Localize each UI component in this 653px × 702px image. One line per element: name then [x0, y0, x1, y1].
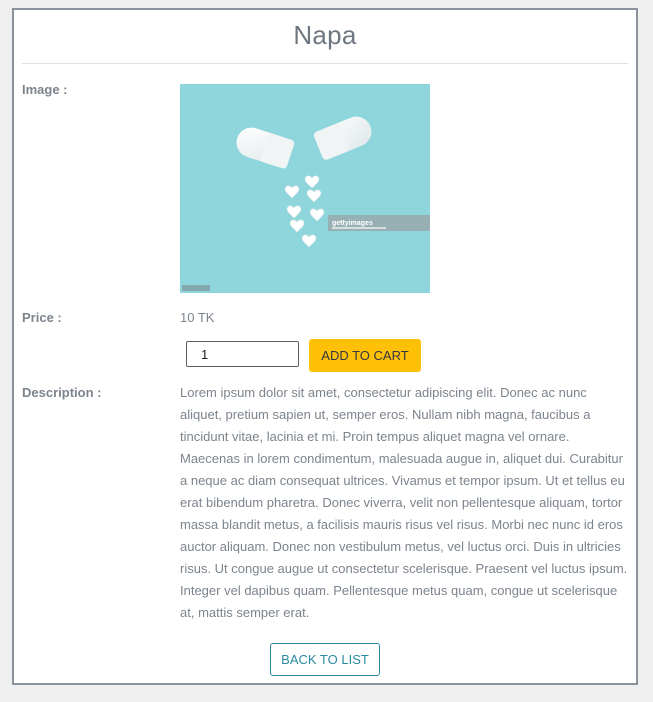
- back-to-list-button[interactable]: BACK TO LIST: [270, 643, 380, 676]
- watermark-text: gettyimages: [332, 220, 373, 227]
- image-label: Image :: [22, 82, 68, 97]
- product-title: Napa: [293, 20, 357, 50]
- quantity-input[interactable]: [186, 341, 299, 367]
- product-description: Lorem ipsum dolor sit amet, consectetur …: [180, 385, 628, 620]
- price-label: Price :: [22, 310, 62, 325]
- product-detail-card: Napa Image : gettyimages Price: 10 TK 1…: [12, 8, 638, 685]
- title-divider: [22, 63, 628, 64]
- price-value: 10 TK: [180, 310, 215, 325]
- description-label: Description :: [22, 385, 102, 400]
- add-to-cart-button[interactable]: ADD TO CART: [309, 339, 421, 372]
- product-image: gettyimages: [180, 84, 430, 293]
